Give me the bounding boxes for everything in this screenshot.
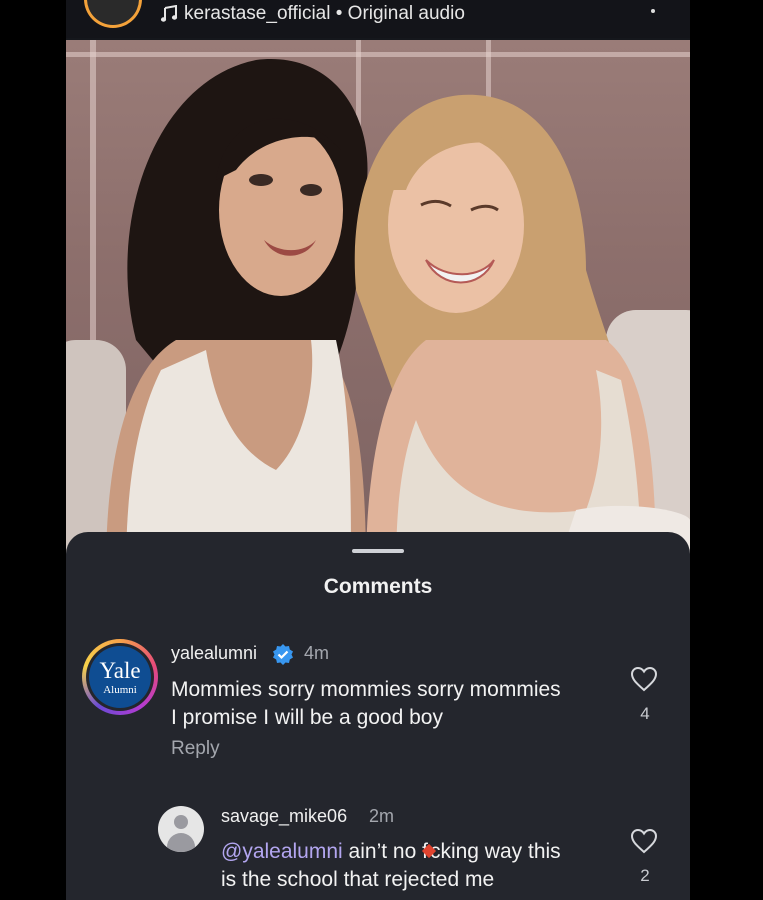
- audio-label[interactable]: kerastase_official • Original audio: [184, 3, 465, 25]
- two-women-illustration: [106, 59, 690, 570]
- yalealumni-avatar[interactable]: Yale Alumni: [82, 639, 158, 715]
- comment-text-line1: Mommies sorry mommies sorry mommies: [171, 678, 561, 701]
- drag-handle[interactable]: [352, 549, 404, 553]
- mention-link[interactable]: @yalealumni: [221, 840, 343, 863]
- comment-text-line1: @yalealumni ain’t no fcking way this: [221, 840, 561, 863]
- comment-time: 2m: [369, 806, 395, 826]
- music-note-icon: [160, 5, 178, 22]
- yale-logo: Yale Alumni: [89, 646, 151, 708]
- comment-text-line2: I promise I will be a good boy: [171, 706, 443, 729]
- comment-username[interactable]: savage_mike06: [221, 806, 347, 827]
- heart-icon[interactable]: [630, 828, 658, 854]
- like-count: 2: [640, 866, 650, 885]
- comment-username[interactable]: yalealumni: [171, 643, 257, 664]
- more-options-icon[interactable]: [651, 9, 655, 13]
- comment-time: 4m: [304, 643, 330, 663]
- post-photo[interactable]: [66, 40, 690, 570]
- heart-icon[interactable]: [630, 666, 658, 692]
- verified-badge-icon: [273, 644, 293, 665]
- comment-text-line2: is the school that rejected me: [221, 868, 495, 891]
- savage-mike06-avatar[interactable]: [158, 806, 204, 852]
- like-count: 4: [640, 704, 650, 723]
- reply-button[interactable]: Reply: [171, 738, 220, 760]
- comments-title: Comments: [323, 575, 433, 598]
